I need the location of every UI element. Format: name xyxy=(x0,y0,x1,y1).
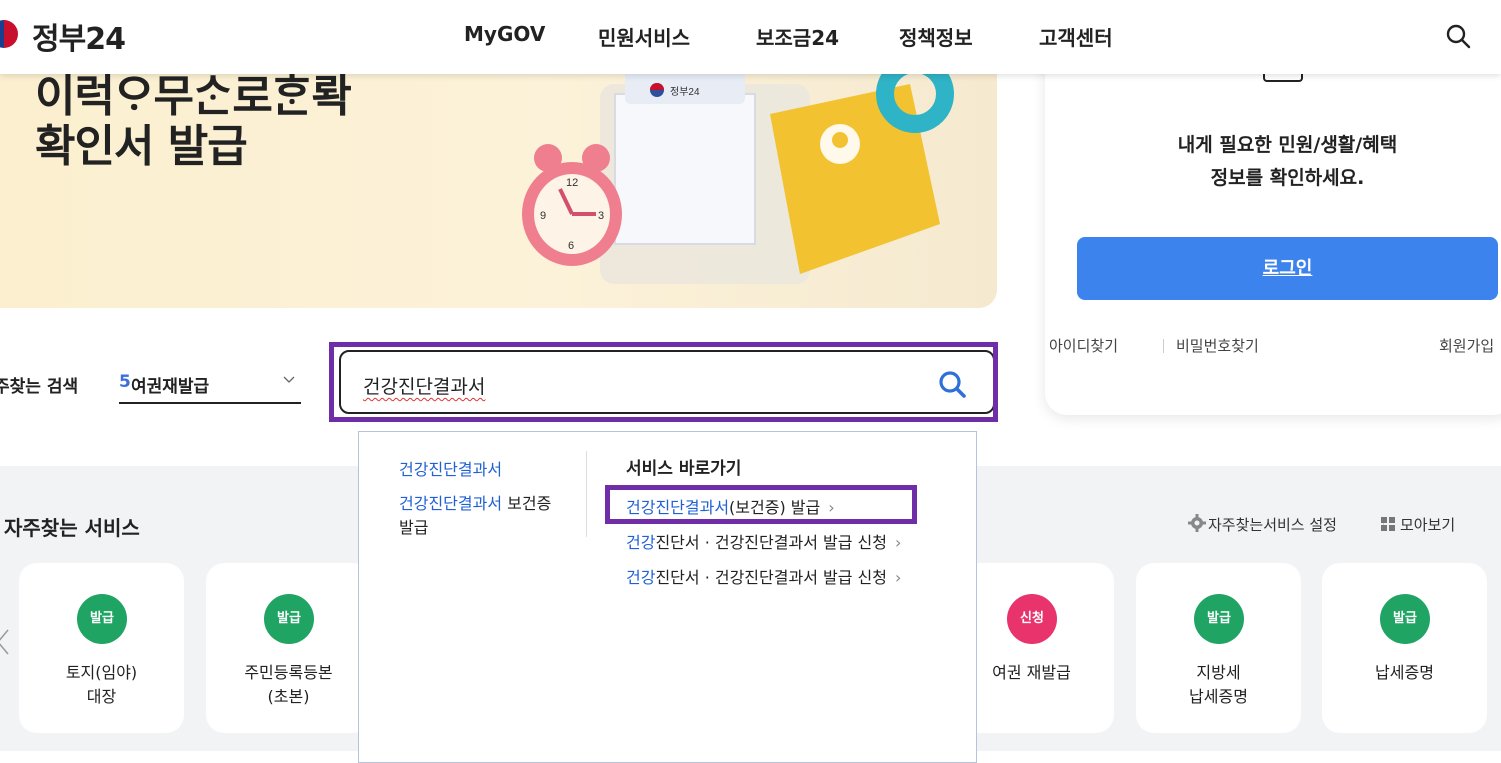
service-name-line2: 납세증명 xyxy=(1189,687,1248,706)
search-icon[interactable] xyxy=(1444,22,1472,50)
service-name: 납세증명 xyxy=(1322,661,1487,685)
shortcut-rest: 진단서 · 건강진단결과서 발급 신청 xyxy=(655,533,887,552)
service-card[interactable]: 발급 토지(임야) 대장 xyxy=(19,563,184,733)
frequent-search-rank: 5 xyxy=(119,372,131,392)
hero-banner[interactable]: 이럭ᄋᆞ무ᄉᆞᆫ로ᄒᆞᆫ롹 확인서 발급 정부24 12 3 6 9 xyxy=(0,74,997,308)
find-id-link[interactable]: 아이디찾기 xyxy=(1049,335,1118,356)
grid-icon[interactable] xyxy=(1380,516,1396,532)
gear-icon[interactable] xyxy=(1188,514,1206,532)
svg-text:9: 9 xyxy=(540,210,546,222)
service-shortcut-heading: 서비스 바로가기 xyxy=(626,459,742,479)
svg-text:3: 3 xyxy=(598,210,604,222)
shortcut-match: 건강 xyxy=(626,533,656,552)
service-card[interactable]: 발급 납세증명 xyxy=(1322,563,1487,733)
service-name-line2: (초본) xyxy=(267,687,310,706)
autocomplete-suggestion[interactable]: 건강진단결과서 xyxy=(399,456,502,480)
view-all-link[interactable]: 모아보기 xyxy=(1400,514,1455,535)
autocomplete-suggestion-continued[interactable]: 발급 xyxy=(399,514,428,538)
suggestion-rest: 보건증 xyxy=(502,494,552,513)
nav-customer-center[interactable]: 고객센터 xyxy=(1039,22,1113,51)
service-name-line2: 대장 xyxy=(86,687,117,706)
service-name-line1: 납세증명 xyxy=(1375,663,1434,682)
service-badge: 발급 xyxy=(1380,594,1430,644)
nav-policy-info[interactable]: 정책정보 xyxy=(899,22,973,51)
frequent-search-value: 여권재발급 xyxy=(131,377,210,397)
service-name: 지방세 납세증명 xyxy=(1136,661,1301,709)
government-logo-icon[interactable] xyxy=(0,20,18,48)
suggestion-rest: 발급 xyxy=(399,518,429,537)
service-name-line1: 토지(임야) xyxy=(65,663,138,682)
link-divider xyxy=(1163,339,1164,353)
service-card[interactable]: 발급 지방세 납세증명 xyxy=(1136,563,1301,733)
nav-mygov[interactable]: MyGOV xyxy=(464,22,545,46)
autocomplete-divider xyxy=(586,451,587,537)
service-shortcut-item[interactable]: 건강진단서 · 건강진단결과서 발급 신청 › xyxy=(626,529,901,553)
service-badge: 발급 xyxy=(264,594,314,644)
service-name: 토지(임야) 대장 xyxy=(19,661,184,709)
suggestion-match: 건강진단결과서 xyxy=(399,494,503,513)
search-autocomplete-panel xyxy=(358,431,977,763)
frequent-search-label: 주찾는 검색 xyxy=(0,377,79,397)
frequent-services-title: 자주찾는 서비스 xyxy=(4,516,140,540)
site-logo[interactable]: 정부24 xyxy=(32,14,126,58)
frequent-search-select[interactable]: 5 여권재발급 xyxy=(119,360,301,404)
hero-title-line2: 확인서 발급 xyxy=(35,121,248,172)
service-shortcut-item[interactable]: 건강진단서 · 건강진단결과서 발급 신청 › xyxy=(626,564,901,588)
frequent-services-setting-link[interactable]: 자주찾는서비스 설정 xyxy=(1208,514,1337,535)
login-message-line2: 정보를 확인하세요. xyxy=(1210,167,1365,189)
nav-civil-services[interactable]: 민원서비스 xyxy=(598,22,690,51)
chevron-down-icon xyxy=(283,376,295,383)
login-button[interactable]: 로그인 xyxy=(1077,237,1498,300)
login-button-label: 로그인 xyxy=(1262,258,1313,279)
shortcut-match: 건강 xyxy=(626,568,656,587)
site-header: 정부24 MyGOV 민원서비스 보조금24 정책정보 고객센터 xyxy=(0,0,1501,74)
service-badge: 발급 xyxy=(77,594,127,644)
find-password-link[interactable]: 비밀번호찾기 xyxy=(1176,335,1259,356)
hero-illustration: 정부24 12 3 6 9 xyxy=(522,74,954,284)
service-badge: 발급 xyxy=(1194,594,1244,644)
service-name: 주민등록등본 (초본) xyxy=(206,661,371,709)
svg-text:6: 6 xyxy=(568,240,574,252)
search-box-highlight xyxy=(329,342,998,422)
shortcut-highlight xyxy=(605,485,917,524)
service-name-line1: 지방세 xyxy=(1196,663,1241,682)
signup-link[interactable]: 회원가입 xyxy=(1439,335,1494,356)
svg-text:12: 12 xyxy=(566,177,578,189)
hero-illustration-logo: 정부24 xyxy=(670,86,700,98)
shortcut-rest: 진단서 · 건강진단결과서 발급 신청 xyxy=(655,568,887,587)
service-card[interactable]: 발급 주민등록등본 (초본) xyxy=(206,563,371,733)
service-badge: 신청 xyxy=(1007,594,1057,644)
login-card xyxy=(1045,40,1501,415)
chevron-right-icon: › xyxy=(894,533,902,552)
chevron-right-icon: › xyxy=(894,568,902,587)
login-message-line1: 내게 필요한 민원/생활/혜택 xyxy=(1177,134,1398,156)
autocomplete-suggestion[interactable]: 건강진단결과서 보건증 xyxy=(399,490,551,514)
service-name-line1: 주민등록등본 xyxy=(244,663,333,682)
nav-subsidy24[interactable]: 보조금24 xyxy=(756,22,839,51)
chevron-left-icon[interactable] xyxy=(0,628,10,656)
suggestion-match: 건강진단결과서 xyxy=(399,460,503,479)
